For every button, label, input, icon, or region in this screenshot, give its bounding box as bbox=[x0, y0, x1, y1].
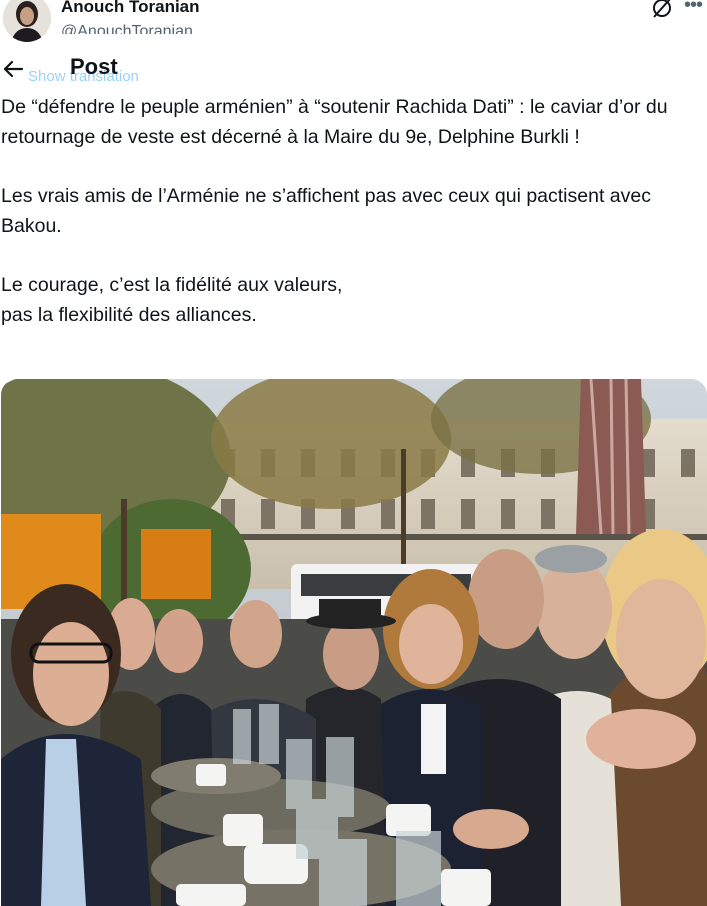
grok-icon[interactable] bbox=[650, 0, 674, 20]
post-text: De “défendre le peuple arménien” à “sout… bbox=[1, 93, 705, 360]
post-paragraph: Le courage, c’est la fidélité aux valeur… bbox=[1, 274, 343, 326]
more-horizontal-icon[interactable]: ••• bbox=[684, 0, 703, 17]
post-photo[interactable] bbox=[1, 379, 707, 906]
arrow-left-icon[interactable] bbox=[2, 58, 24, 80]
author-avatar[interactable] bbox=[3, 0, 51, 42]
author-name[interactable]: Anouch Toranian bbox=[61, 0, 200, 18]
page-title: Post bbox=[70, 54, 118, 79]
top-bar: Anouch Toranian @AnouchToranian ••• Show… bbox=[0, 0, 707, 92]
post-paragraph: De “défendre le peuple arménien” à “sout… bbox=[1, 96, 668, 148]
post-paragraph: Les vrais amis de l’Arménie ne s’affiche… bbox=[1, 185, 651, 237]
author-handle[interactable]: @AnouchToranian bbox=[61, 22, 193, 34]
